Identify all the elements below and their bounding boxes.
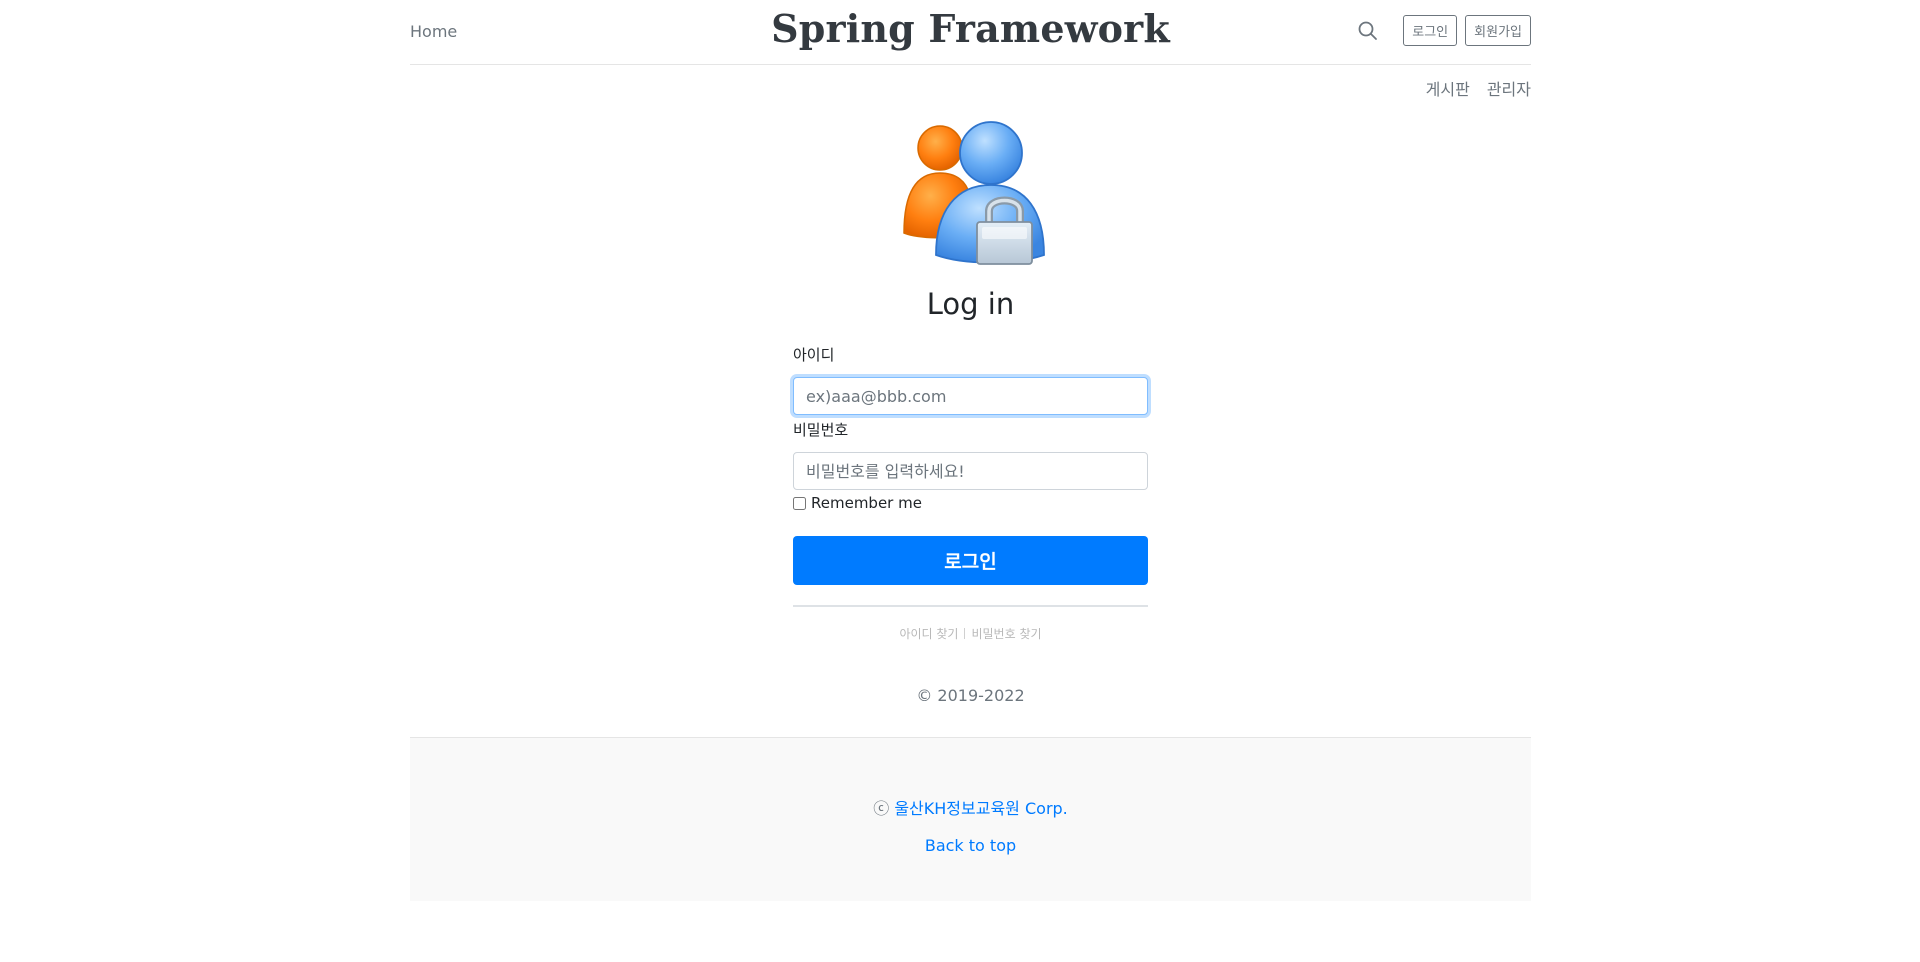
login-title: Log in xyxy=(926,287,1015,321)
find-separator xyxy=(964,628,966,639)
login-form: Log in 아이디 비밀번호 Remember me 로그인 아이디 찾기 비밀… xyxy=(793,115,1148,705)
nav-item-admin[interactable]: 관리자 xyxy=(1487,76,1531,100)
find-id-link[interactable]: 아이디 찾기 xyxy=(899,627,958,641)
remember-me-label: Remember me xyxy=(811,494,922,512)
footer-corp-name[interactable]: 울산KH정보교육원 Corp. xyxy=(894,799,1067,818)
header-login-button[interactable]: 로그인 xyxy=(1403,15,1458,46)
brand-text[interactable]: Spring Framework xyxy=(771,6,1170,51)
id-input[interactable] xyxy=(793,377,1148,415)
remember-me-checkbox[interactable] xyxy=(793,496,806,510)
users-lock-icon xyxy=(894,115,1049,270)
back-to-top-link[interactable]: Back to top xyxy=(410,836,1531,855)
search-icon[interactable] xyxy=(1357,20,1379,42)
find-password-link[interactable]: 비밀번호 찾기 xyxy=(971,627,1041,641)
copyright-symbol: ⓒ xyxy=(873,799,890,818)
page-container: Home Spring Framework 로그인 회원가입 xyxy=(410,0,1531,65)
copyright-text: © 2019-2022 xyxy=(916,686,1025,705)
nav-item-board[interactable]: 게시판 xyxy=(1426,76,1470,100)
find-links: 아이디 찾기 비밀번호 찾기 xyxy=(793,625,1148,642)
password-input[interactable] xyxy=(793,452,1148,490)
site-header: Home Spring Framework 로그인 회원가입 xyxy=(410,0,1531,65)
form-divider xyxy=(793,605,1148,607)
id-label: 아이디 xyxy=(793,346,835,364)
header-signup-button[interactable]: 회원가입 xyxy=(1465,15,1531,46)
login-submit-button[interactable]: 로그인 xyxy=(793,536,1148,585)
password-label: 비밀번호 xyxy=(793,421,849,439)
nav-scroller: 게시판 관리자 xyxy=(1409,76,1531,100)
header-actions: 로그인 회원가입 xyxy=(1357,15,1531,46)
remember-me[interactable]: Remember me xyxy=(793,494,1148,512)
site-footer: ⓒ 울산KH정보교육원 Corp. Back to top xyxy=(410,737,1531,901)
footer-corp: ⓒ 울산KH정보교육원 Corp. xyxy=(410,795,1531,819)
